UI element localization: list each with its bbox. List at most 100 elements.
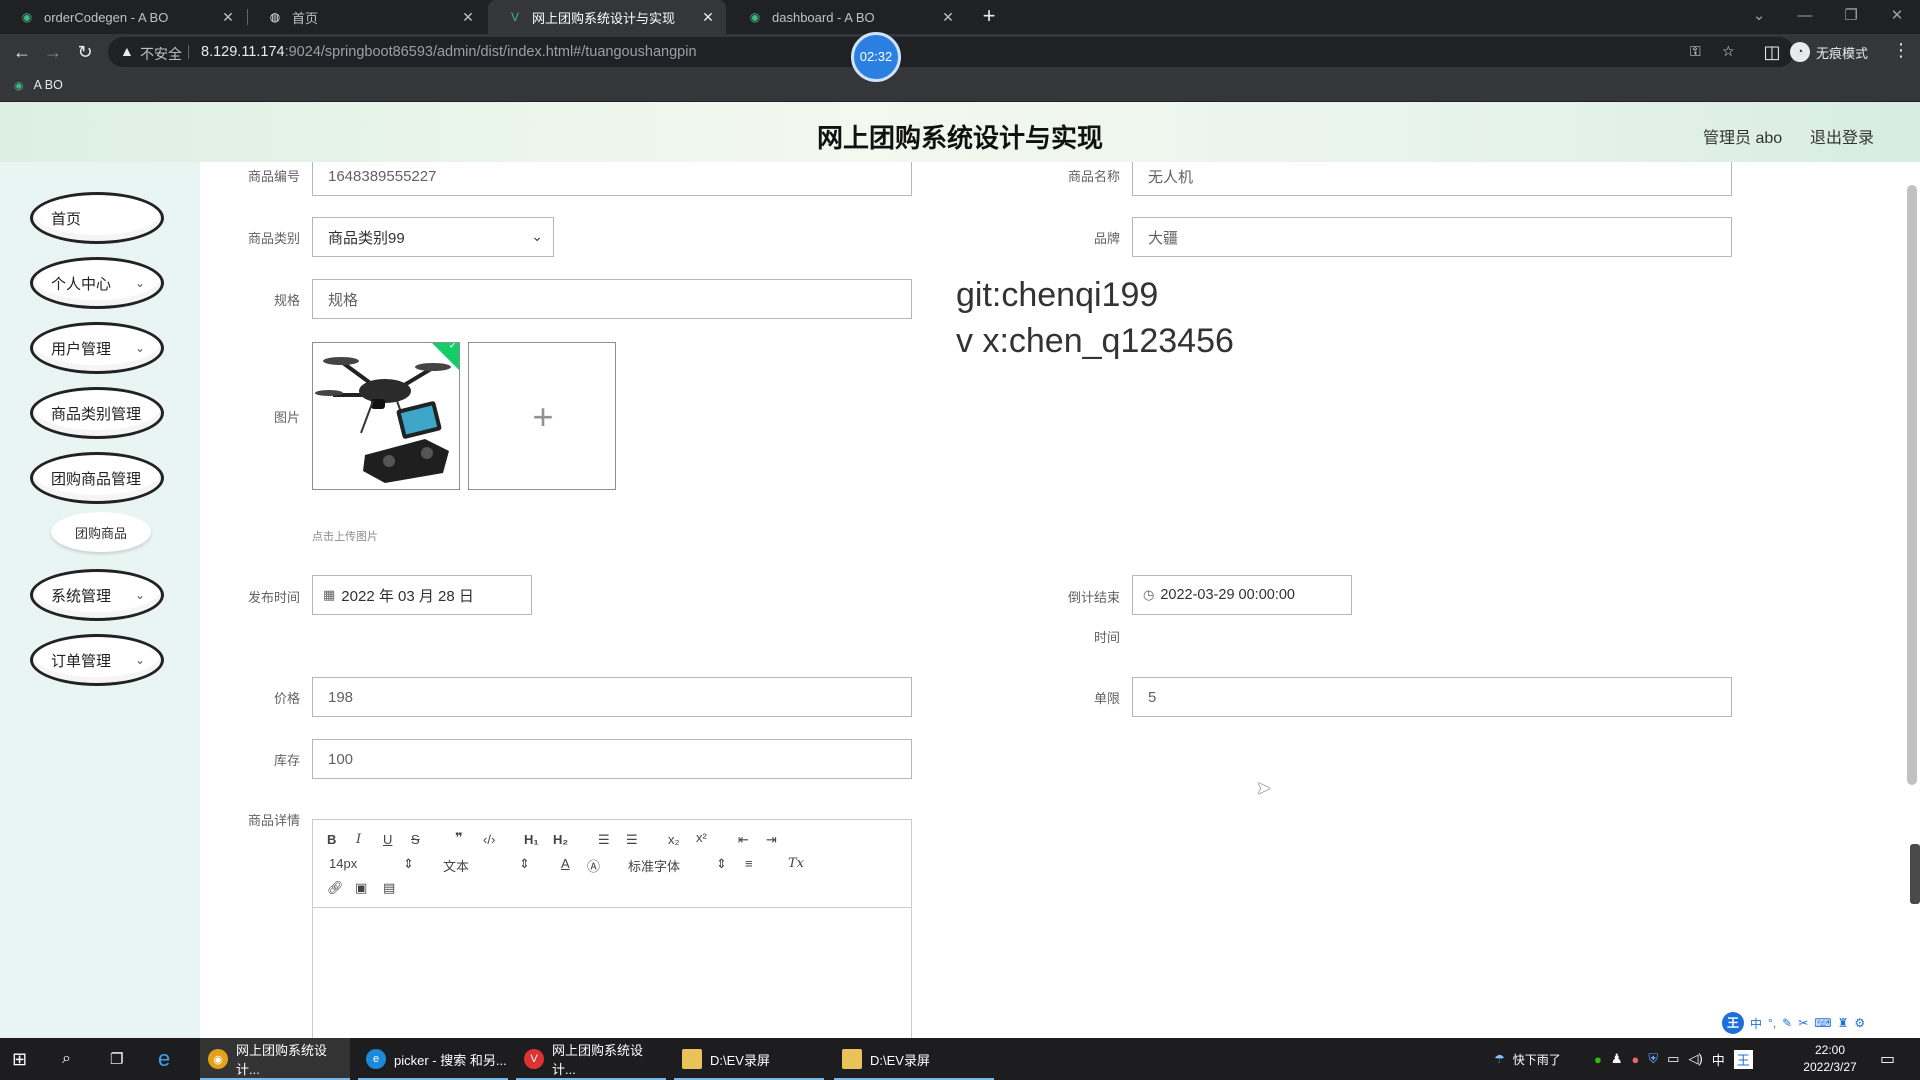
back-arrow-icon[interactable]: ← bbox=[10, 40, 34, 64]
underline-icon[interactable]: U bbox=[383, 832, 392, 847]
tab-close-icon[interactable]: ✕ bbox=[460, 9, 476, 26]
tab-close-icon[interactable]: ✕ bbox=[940, 9, 956, 26]
subscript-icon[interactable]: x₂ bbox=[668, 832, 680, 847]
category-select[interactable]: 商品类别99 ⌄ bbox=[312, 217, 554, 257]
superscript-icon[interactable]: x² bbox=[696, 830, 707, 845]
sidebar-item-order-management[interactable]: 订单管理 ⌄ bbox=[30, 634, 164, 686]
sidebar-item-home[interactable]: 首页 bbox=[30, 192, 164, 244]
taskbar-clock[interactable]: 22:00 2022/3/27 bbox=[1780, 1042, 1880, 1076]
close-window-button[interactable]: ✕ bbox=[1874, 0, 1920, 34]
ordered-list-icon[interactable]: ☰ bbox=[598, 832, 610, 848]
page-scrollbar-thumb[interactable] bbox=[1907, 185, 1917, 785]
sidebar-item-groupbuy-management[interactable]: 团购商品管理 bbox=[30, 452, 164, 504]
browser-tab-home[interactable]: ◍ 首页 ✕ bbox=[248, 0, 486, 34]
header1-icon[interactable]: H₁ bbox=[524, 832, 539, 847]
product-name-input[interactable]: 无人机 bbox=[1132, 162, 1732, 196]
logout-link[interactable]: 退出登录 bbox=[1810, 124, 1874, 148]
warning-icon[interactable]: ▲ bbox=[120, 43, 134, 59]
spec-input[interactable]: 规格 bbox=[312, 279, 912, 319]
network-icon[interactable]: ▭ bbox=[1667, 1051, 1679, 1067]
indent-icon[interactable]: ⇥ bbox=[766, 832, 777, 848]
shield-icon[interactable]: ⛨ bbox=[1648, 1051, 1658, 1067]
tab-search-icon[interactable]: ⌄ bbox=[1736, 0, 1782, 34]
taskbar-edge-window[interactable]: e picker - 搜索 和另... bbox=[358, 1038, 508, 1080]
countdown-datetime-picker[interactable]: ◷ 2022-03-29 00:00:00 bbox=[1132, 575, 1352, 615]
publish-date-picker[interactable]: ▦ 2022 年 03 月 28 日 bbox=[312, 575, 532, 615]
minimize-button[interactable]: — bbox=[1782, 0, 1828, 34]
sidebar-item-personal-center[interactable]: 个人中心 ⌄ bbox=[30, 257, 164, 309]
sidebar-item-system-management[interactable]: 系统管理 ⌄ bbox=[30, 569, 164, 621]
side-handle[interactable] bbox=[1910, 844, 1920, 904]
search-icon[interactable]: ⌕ bbox=[62, 1038, 71, 1080]
video-icon[interactable]: ▤ bbox=[383, 880, 395, 896]
product-no-input[interactable]: 1648389555227 bbox=[312, 162, 912, 196]
brand-input[interactable]: 大疆 bbox=[1132, 217, 1732, 257]
price-input[interactable]: 198 bbox=[312, 677, 912, 717]
bullet-list-icon[interactable]: ☰ bbox=[626, 832, 638, 848]
align-icon[interactable]: ≡ bbox=[745, 856, 753, 871]
ime-pen-icon[interactable]: ✎ bbox=[1782, 1016, 1792, 1030]
limit-input[interactable]: 5 bbox=[1132, 677, 1732, 717]
browser-tab-active[interactable]: V 网上团购系统设计与实现 ✕ bbox=[488, 0, 726, 34]
link-icon[interactable]: 🔗︎ bbox=[327, 880, 344, 896]
taskbar-folder-window[interactable]: D:\EV录屏 bbox=[834, 1038, 994, 1080]
url-text[interactable]: 8.129.11.174:9024/springboot86593/admin/… bbox=[201, 44, 697, 60]
outdent-icon[interactable]: ⇤ bbox=[738, 832, 749, 848]
tab-close-icon[interactable]: ✕ bbox=[220, 9, 236, 26]
font-color-icon[interactable]: A bbox=[561, 856, 570, 871]
app-tray-icon[interactable]: ● bbox=[1632, 1052, 1640, 1067]
clear-format-icon[interactable]: Tx bbox=[788, 856, 804, 871]
header2-icon[interactable]: H₂ bbox=[553, 832, 568, 847]
bold-icon[interactable]: B bbox=[327, 832, 336, 847]
header-select[interactable]: 文本 ⇕ bbox=[443, 856, 530, 875]
font-family-select[interactable]: 标准字体 ⇕ bbox=[628, 856, 727, 875]
background-color-icon[interactable]: Ⓐ bbox=[587, 856, 600, 875]
stock-input[interactable]: 100 bbox=[312, 739, 912, 779]
taskbar-chrome-window[interactable]: ◉ 网上团购系统设计... bbox=[200, 1038, 350, 1080]
forward-arrow-icon[interactable]: → bbox=[41, 40, 65, 64]
volume-icon[interactable]: ◁) bbox=[1688, 1051, 1702, 1067]
ime-mode-label[interactable]: 中 bbox=[1750, 1015, 1762, 1032]
upload-add-button[interactable]: + bbox=[468, 342, 616, 490]
incognito-indicator[interactable]: ◔ 无痕模式 bbox=[1790, 41, 1868, 63]
browser-tab-dashboard[interactable]: ◉ dashboard - A BO ✕ bbox=[728, 0, 966, 34]
ie-browser-icon[interactable]: e bbox=[158, 1038, 170, 1080]
tab-close-icon[interactable]: ✕ bbox=[700, 9, 716, 26]
task-view-icon[interactable]: ❐ bbox=[110, 1038, 123, 1080]
ime-tray-icon[interactable]: 王 bbox=[1733, 1049, 1753, 1069]
sidebar-subitem-groupbuy-products[interactable]: 团购商品 bbox=[51, 512, 151, 552]
weather-widget[interactable]: ☂ 快下雨了 bbox=[1494, 1038, 1561, 1080]
new-tab-button[interactable]: + bbox=[976, 4, 1002, 30]
italic-icon[interactable]: I bbox=[356, 832, 361, 847]
editor-content-area[interactable] bbox=[313, 908, 911, 1038]
taskbar-vivaldi-window[interactable]: V 网上团购系统设计... bbox=[516, 1038, 666, 1080]
ime-keyboard-icon[interactable]: ⌨ bbox=[1814, 1016, 1831, 1030]
strikethrough-icon[interactable]: S bbox=[411, 832, 420, 847]
bookmark-a-bo[interactable]: ◉ A BO bbox=[14, 78, 63, 92]
ime-punct-icon[interactable]: °, bbox=[1768, 1016, 1776, 1030]
sidebar-item-category-management[interactable]: 商品类别管理 bbox=[30, 387, 164, 439]
font-size-select[interactable]: 14px ⇕ bbox=[329, 856, 414, 871]
browser-tab-ordercodegen[interactable]: ◉ orderCodegen - A BO ✕ bbox=[0, 0, 246, 34]
star-icon[interactable]: ☆ bbox=[1722, 43, 1735, 60]
ime-scissors-icon[interactable]: ✂ bbox=[1798, 1016, 1808, 1030]
ime-settings-icon[interactable]: ⚙ bbox=[1854, 1016, 1865, 1030]
insecure-label[interactable]: 不安全 bbox=[140, 44, 182, 64]
sidepanel-icon[interactable]: ◫ bbox=[1760, 40, 1784, 64]
reload-icon[interactable]: ↻ bbox=[73, 40, 97, 64]
ime-skin-icon[interactable]: ♜ bbox=[1838, 1016, 1849, 1030]
image-icon[interactable]: ▣ bbox=[355, 880, 367, 896]
qq-icon[interactable]: ♟ bbox=[1611, 1051, 1623, 1067]
taskbar-folder-window[interactable]: D:\EV录屏 bbox=[674, 1038, 824, 1080]
restore-button[interactable]: ❐ bbox=[1828, 0, 1874, 34]
blockquote-icon[interactable]: ❞ bbox=[455, 830, 463, 846]
start-windows-icon[interactable]: ⊞ bbox=[12, 1038, 27, 1080]
code-block-icon[interactable]: ‹/› bbox=[483, 832, 495, 847]
notification-icon[interactable]: ▭ bbox=[1880, 1038, 1895, 1080]
ime-logo-icon[interactable]: 王 bbox=[1722, 1012, 1744, 1034]
address-bar[interactable]: ▲ 不安全 8.129.11.174:9024/springboot86593/… bbox=[108, 37, 1794, 67]
key-icon[interactable]: ⚿ bbox=[1690, 43, 1701, 60]
ime-indicator[interactable]: 中 bbox=[1712, 1050, 1725, 1069]
wechat-icon[interactable]: ● bbox=[1594, 1052, 1602, 1067]
uploaded-image-card[interactable]: ✓ bbox=[312, 342, 460, 490]
